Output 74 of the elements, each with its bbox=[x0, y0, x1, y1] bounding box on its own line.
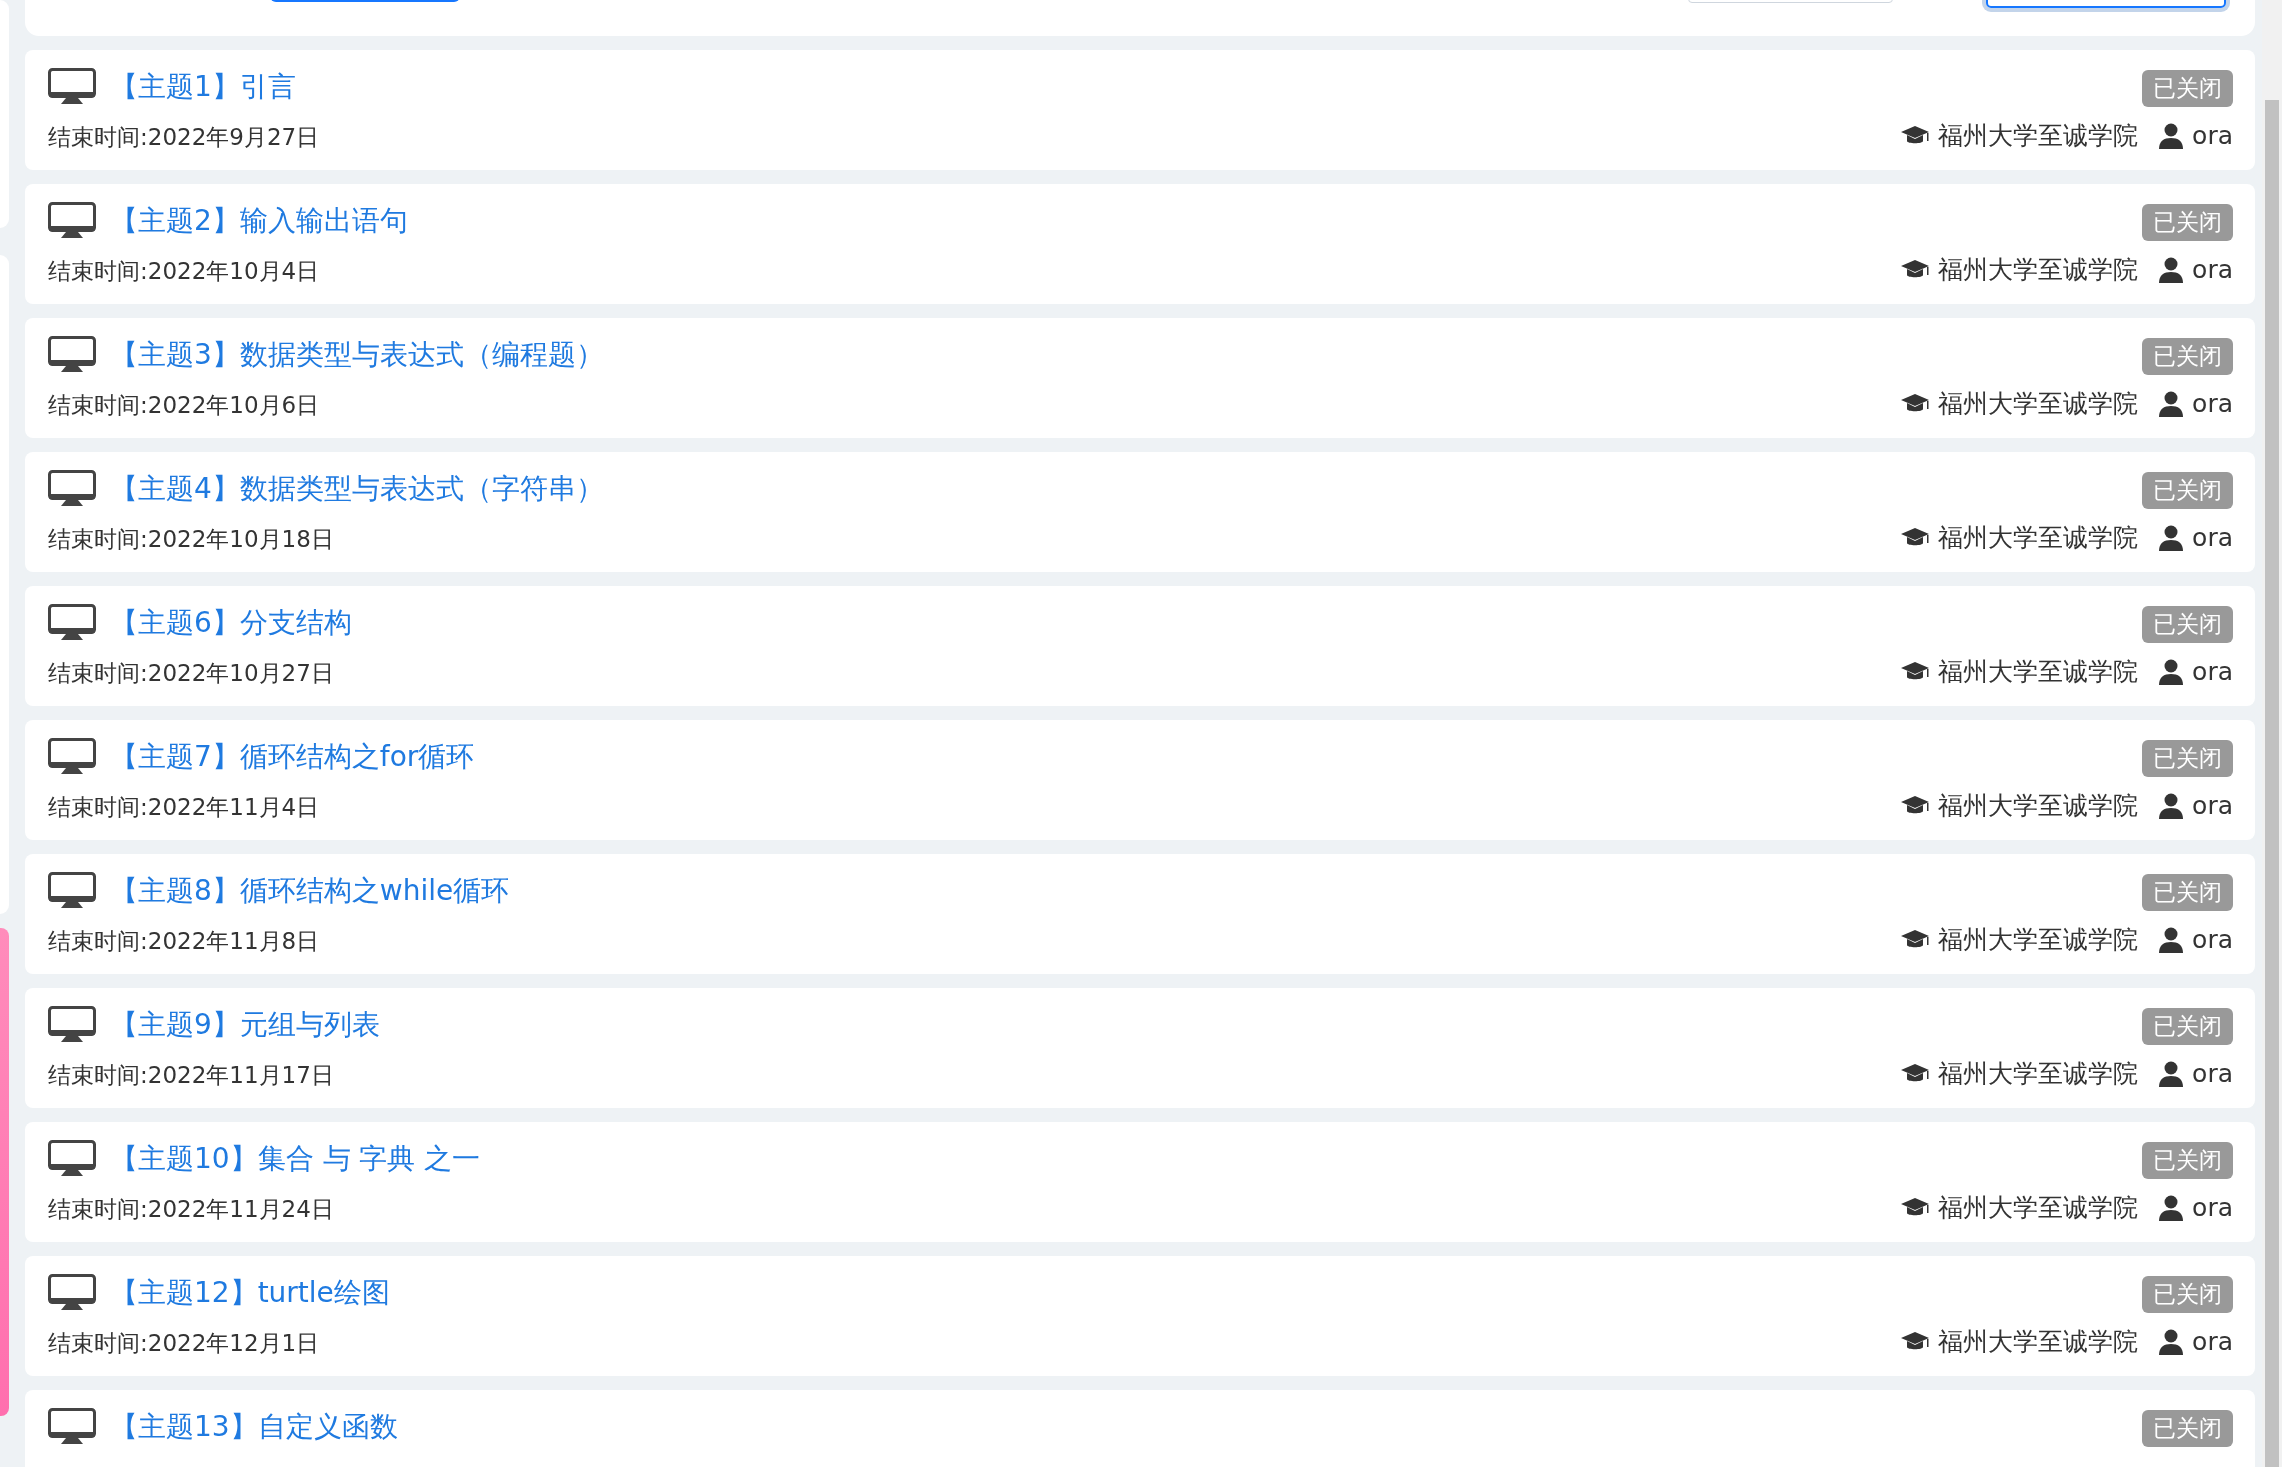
topic-link[interactable]: 【主题4】数据类型与表达式（字符串） bbox=[110, 470, 604, 508]
monitor-icon bbox=[48, 604, 96, 642]
topic-link[interactable]: 【主题8】循环结构之while循环 bbox=[110, 872, 510, 910]
school-name: 福州大学至诚学院 bbox=[1938, 1326, 2139, 1358]
topic-link[interactable]: 【主题1】引言 bbox=[110, 68, 296, 106]
school-name: 福州大学至诚学院 bbox=[1938, 522, 2139, 554]
topic-link[interactable]: 【主题3】数据类型与表达式（编程题） bbox=[110, 336, 604, 374]
school-name: 福州大学至诚学院 bbox=[1938, 924, 2139, 956]
school-name: 福州大学至诚学院 bbox=[1938, 388, 2139, 420]
monitor-icon bbox=[48, 1408, 96, 1446]
user-name: ora bbox=[2192, 389, 2233, 418]
user-icon bbox=[2158, 1194, 2185, 1221]
status-tag: 已关闭 bbox=[2142, 1142, 2233, 1179]
topic-link[interactable]: 【主题13】自定义函数 bbox=[110, 1408, 398, 1446]
monitor-icon bbox=[48, 470, 96, 508]
monitor-icon bbox=[48, 1140, 96, 1178]
status-tag: 已关闭 bbox=[2142, 874, 2233, 911]
user-icon bbox=[2158, 524, 2185, 551]
end-time: 结束时间:2022年10月18日 bbox=[48, 525, 335, 554]
user-icon bbox=[2158, 1328, 2185, 1355]
user-name: ora bbox=[2192, 657, 2233, 686]
monitor-icon bbox=[48, 68, 96, 106]
user-icon bbox=[2158, 256, 2185, 283]
side-tab[interactable] bbox=[0, 928, 9, 1416]
monitor-icon bbox=[48, 1006, 96, 1044]
school-name: 福州大学至诚学院 bbox=[1938, 1192, 2139, 1224]
user-name: ora bbox=[2192, 1059, 2233, 1088]
status-tag: 已关闭 bbox=[2142, 472, 2233, 509]
end-time: 结束时间:2022年11月24日 bbox=[48, 1195, 335, 1224]
user-name: ora bbox=[2192, 121, 2233, 150]
status-tag: 已关闭 bbox=[2142, 606, 2233, 643]
topic-link[interactable]: 【主题6】分支结构 bbox=[110, 604, 352, 642]
end-time: 结束时间:2022年10月27日 bbox=[48, 659, 335, 688]
user-name: ora bbox=[2192, 1193, 2233, 1222]
end-time: 结束时间:2022年9月27日 bbox=[48, 123, 320, 152]
monitor-icon bbox=[48, 872, 96, 910]
topic-link[interactable]: 【主题2】输入输出语句 bbox=[110, 202, 408, 240]
school-name: 福州大学至诚学院 bbox=[1938, 790, 2139, 822]
status-tag: 已关闭 bbox=[2142, 1008, 2233, 1045]
user-icon bbox=[2158, 792, 2185, 819]
end-time: 结束时间:2022年12月1日 bbox=[48, 1329, 321, 1358]
end-time: 结束时间:2022年11月17日 bbox=[48, 1061, 335, 1090]
user-name: ora bbox=[2192, 791, 2233, 820]
status-tag: 已关闭 bbox=[2142, 1276, 2233, 1313]
end-time: 结束时间:2022年11月8日 bbox=[48, 927, 321, 956]
status-tag: 已关闭 bbox=[2142, 1410, 2233, 1447]
user-icon bbox=[2158, 122, 2185, 149]
user-name: ora bbox=[2192, 1327, 2233, 1356]
school-name: 福州大学至诚学院 bbox=[1938, 656, 2139, 688]
end-time: 结束时间:2022年10月4日 bbox=[48, 257, 321, 286]
topic-link[interactable]: 【主题10】集合 与 字典 之一 bbox=[110, 1140, 481, 1178]
school-name: 福州大学至诚学院 bbox=[1938, 254, 2139, 286]
user-name: ora bbox=[2192, 925, 2233, 954]
school-name: 福州大学至诚学院 bbox=[1938, 120, 2139, 152]
monitor-icon bbox=[48, 1274, 96, 1312]
user-icon bbox=[2158, 926, 2185, 953]
monitor-icon bbox=[48, 738, 96, 776]
monitor-icon bbox=[48, 336, 96, 374]
user-name: ora bbox=[2192, 255, 2233, 284]
user-icon bbox=[2158, 658, 2185, 685]
status-tag: 已关闭 bbox=[2142, 338, 2233, 375]
user-name: ora bbox=[2192, 523, 2233, 552]
end-time: 结束时间:2022年11月4日 bbox=[48, 793, 321, 822]
status-tag: 已关闭 bbox=[2142, 740, 2233, 777]
topic-link[interactable]: 【主题12】turtle绘图 bbox=[110, 1274, 390, 1312]
user-icon bbox=[2158, 390, 2185, 417]
topic-link[interactable]: 【主题7】循环结构之for循环 bbox=[110, 738, 475, 776]
status-tag: 已关闭 bbox=[2142, 204, 2233, 241]
monitor-icon bbox=[48, 202, 96, 240]
status-tag: 已关闭 bbox=[2142, 70, 2233, 107]
user-icon bbox=[2158, 1060, 2185, 1087]
topic-link[interactable]: 【主题9】元组与列表 bbox=[110, 1006, 380, 1044]
end-time: 结束时间:2022年10月6日 bbox=[48, 391, 321, 420]
school-name: 福州大学至诚学院 bbox=[1938, 1058, 2139, 1090]
